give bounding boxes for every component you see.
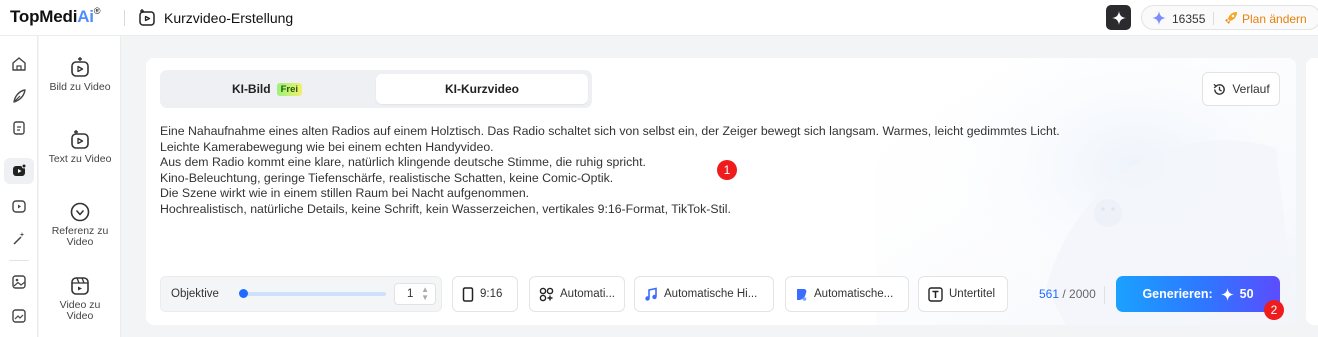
free-badge: Frei [276, 82, 303, 96]
ai-spark-button[interactable] [1106, 5, 1131, 30]
logo-ai-text: Ai [77, 7, 94, 26]
text-box-icon [928, 286, 943, 302]
style-value: Automati... [560, 288, 615, 300]
prompt-line: Aus dem Radio kommt eine klare, natürlic… [160, 155, 646, 169]
image-icon[interactable] [9, 272, 29, 292]
character-count-separator: / [1059, 287, 1070, 301]
sparkle-icon [1152, 11, 1166, 25]
prompt-line: Die Szene wirkt wie in einem stillen Rau… [160, 186, 530, 200]
tool-image-to-video[interactable]: Bild zu Video [39, 56, 121, 93]
aspect-ratio-select[interactable]: 9:16 [452, 276, 518, 312]
clipboard-icon[interactable] [9, 118, 29, 138]
header-divider [124, 10, 125, 26]
generator-card: KI-Bild Frei KI-Kurzvideo Verlauf Eine N… [146, 58, 1296, 325]
style-select[interactable]: Automati... [529, 276, 625, 312]
generate-button[interactable]: Generieren: 50 [1116, 276, 1280, 312]
aspect-ratio-value: 9:16 [480, 288, 503, 300]
tab-label: KI-Bild [231, 82, 271, 96]
tool-label: Video zu Video [59, 299, 101, 322]
sparkle-icon [1220, 287, 1234, 301]
music-value: Automatische Hi... [664, 288, 758, 300]
objective-control: Objektive 1 ▲ ▼ [160, 276, 442, 312]
tool-sidebar: Bild zu Video Text zu Video Referenz zu … [39, 36, 121, 337]
grid-style-icon [539, 287, 554, 301]
image-edit-icon[interactable] [9, 306, 29, 326]
magic-wand-icon[interactable] [9, 228, 29, 248]
logo-text: TopMedi [10, 7, 78, 26]
prompt-textarea[interactable]: Eine Nahaufnahme eines alten Radios auf … [160, 124, 1140, 217]
feather-icon[interactable] [9, 86, 29, 106]
logo[interactable]: TopMediAi® [10, 6, 101, 27]
rail-divider [9, 260, 29, 261]
prompt-line: Leichte Kamerabewegung wie bei einem ech… [160, 139, 494, 154]
credits-divider [1213, 12, 1214, 25]
video-plus-icon[interactable] [9, 196, 29, 216]
objective-slider-handle[interactable] [239, 289, 248, 298]
tool-text-to-video[interactable]: Text zu Video [39, 128, 121, 165]
image-to-video-icon [71, 57, 89, 77]
history-icon [1213, 83, 1226, 95]
voice-icon [797, 288, 807, 301]
character-count-max: 2000 [1069, 287, 1096, 301]
counter-divider [1104, 286, 1105, 304]
phone-portrait-icon [462, 286, 474, 302]
short-video-icon [139, 9, 155, 26]
reference-to-video-icon [70, 202, 90, 222]
objective-value: 1 [407, 288, 414, 300]
generate-cost: 50 [1239, 287, 1254, 301]
character-count-current: 561 [1039, 287, 1060, 301]
tab-label: KI-Kurzvideo [444, 82, 519, 96]
mode-tabs: KI-Bild Frei KI-Kurzvideo [160, 70, 592, 108]
subtitle-toggle[interactable]: Untertitel [918, 276, 1008, 312]
annotation-marker-2: 2 [1264, 300, 1284, 320]
text-to-video-icon [71, 130, 89, 149]
history-label: Verlauf [1232, 82, 1270, 96]
generate-label: Generieren: [1142, 287, 1213, 301]
objective-stepper[interactable]: 1 ▲ ▼ [394, 283, 436, 305]
icon-rail [0, 36, 38, 337]
logo-registered: ® [93, 6, 101, 16]
page-title: Kurzvideo-Erstellung [164, 10, 294, 26]
tab-ki-kurzvideo[interactable]: KI-Kurzvideo [376, 74, 588, 104]
tool-video-to-video[interactable]: Video zu Video [39, 274, 121, 322]
tool-label: Bild zu Video [49, 81, 111, 93]
credits-value: 16355 [1172, 12, 1206, 26]
tab-ki-bild[interactable]: KI-Bild Frei [164, 74, 370, 104]
prompt-line: Hochrealistisch, natürliche Details, kei… [160, 201, 731, 216]
home-icon[interactable] [9, 54, 29, 74]
rocket-icon [1225, 12, 1237, 24]
right-panel-edge [1306, 58, 1318, 325]
change-plan-link[interactable]: Plan ändern [1242, 12, 1307, 26]
tool-label: Text zu Video [48, 153, 112, 165]
prompt-line: Kino-Beleuchtung, geringe Tiefenschärfe,… [160, 170, 614, 185]
prompt-line: Eine Nahaufnahme eines alten Radios auf … [160, 124, 1060, 138]
objective-slider-track[interactable] [241, 292, 386, 296]
top-bar: TopMediAi® Kurzvideo-Erstellung 16355 Pl… [0, 0, 1318, 36]
music-select[interactable]: Automatische Hi... [634, 276, 774, 312]
music-note-icon [645, 287, 657, 301]
character-counter: 561 / 2000 [1039, 287, 1096, 301]
history-button[interactable]: Verlauf [1202, 72, 1280, 106]
tool-reference-to-video[interactable]: Referenz zu Video [39, 200, 121, 248]
objective-label: Objektive [171, 288, 219, 300]
video-ai-icon[interactable] [4, 158, 34, 184]
sparkle-icon [1111, 10, 1126, 25]
video-to-video-icon [71, 277, 89, 295]
voice-value: Automatische... [814, 288, 894, 300]
credits-pill: 16355 Plan ändern [1141, 5, 1318, 30]
subtitle-label: Untertitel [949, 288, 996, 300]
stepper-arrows-icon[interactable]: ▲ ▼ [421, 286, 429, 302]
tool-label: Referenz zu Video [51, 225, 109, 248]
annotation-marker-1: 1 [717, 160, 737, 180]
voice-select[interactable]: Automatische... [785, 276, 909, 312]
